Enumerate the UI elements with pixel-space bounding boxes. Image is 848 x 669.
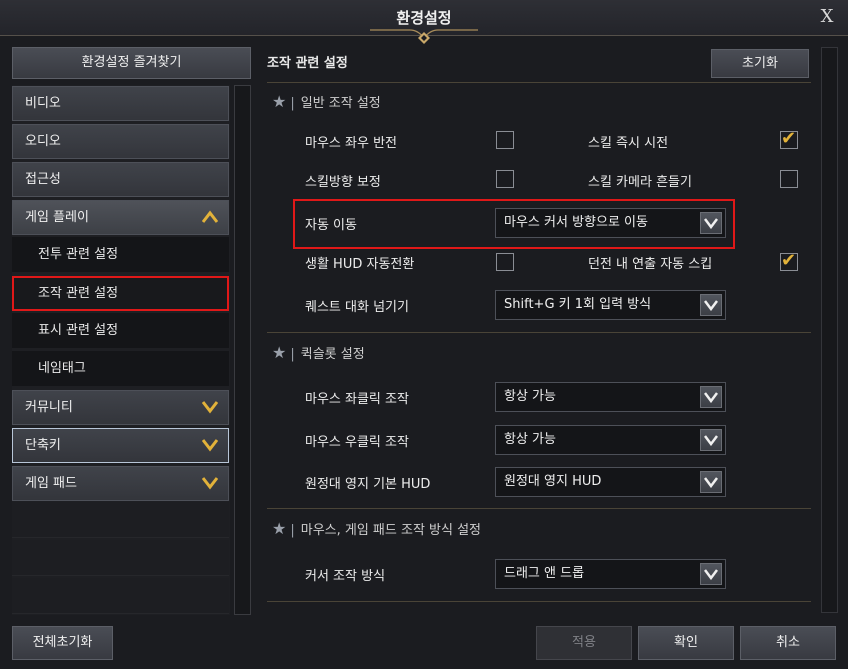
close-icon[interactable]: X xyxy=(816,6,838,28)
life-hud-checkbox[interactable] xyxy=(496,253,514,271)
separator: | xyxy=(290,96,295,111)
nav-scrollbar[interactable] xyxy=(234,85,251,615)
highlight-box xyxy=(293,199,735,249)
setting-label: 스킬 카메라 흔들기 xyxy=(588,175,692,190)
nav-subitem-label: 조작 관련 설정 xyxy=(38,286,119,301)
cancel-button[interactable]: 취소 xyxy=(740,626,836,660)
nav-item-label: 접근성 xyxy=(25,172,61,187)
chevron-down-icon[interactable] xyxy=(700,386,722,408)
divider xyxy=(267,508,811,509)
divider xyxy=(267,332,811,333)
setting-label: 던전 내 연출 자동 스킵 xyxy=(588,257,713,272)
dungeon-skip-checkbox[interactable] xyxy=(780,250,798,271)
divider xyxy=(267,82,811,83)
nav-item-gamepad[interactable]: 게임 패드 xyxy=(12,466,229,501)
nav-item-accessibility[interactable]: 접근성 xyxy=(12,162,229,197)
title-bar: 환경설정 X xyxy=(0,0,848,44)
reset-all-button[interactable]: 전체초기화 xyxy=(12,626,113,660)
nav-subitem-label: 표시 관련 설정 xyxy=(38,323,119,338)
select-value: 항상 가능 xyxy=(504,389,556,404)
group-header-general: ★ | 일반 조작 설정 xyxy=(272,92,381,111)
select-value: 원정대 영지 HUD xyxy=(504,474,602,489)
nav-subitem-label: 네임태그 xyxy=(38,361,86,376)
separator: | xyxy=(290,347,295,362)
nav-item-label: 커뮤니티 xyxy=(25,400,73,415)
nav-empty-row xyxy=(12,540,229,576)
nav-empty-row xyxy=(12,578,229,614)
chevron-down-icon xyxy=(202,477,218,490)
chevron-down-icon[interactable] xyxy=(700,429,722,451)
group-header-quickslot: ★ | 퀵슬롯 설정 xyxy=(272,343,365,362)
select-value: 항상 가능 xyxy=(504,432,556,447)
stronghold-hud-select[interactable]: 원정대 영지 HUD xyxy=(495,467,726,497)
favorites-button[interactable]: 환경설정 즐겨찾기 xyxy=(12,47,251,79)
setting-label: 스킬 즉시 시전 xyxy=(588,136,669,151)
setting-label: 마우스 우클릭 조작 xyxy=(305,435,409,450)
left-click-select[interactable]: 항상 가능 xyxy=(495,382,726,412)
setting-label: 퀘스트 대화 넘기기 xyxy=(305,300,409,315)
content-scrollbar[interactable] xyxy=(821,47,838,613)
chevron-down-icon[interactable] xyxy=(700,294,722,316)
setting-label: 커서 조작 방식 xyxy=(305,569,386,584)
camera-shake-checkbox[interactable] xyxy=(780,170,798,188)
nav-item-label: 게임 패드 xyxy=(25,476,77,491)
nav-item-audio[interactable]: 오디오 xyxy=(12,124,229,159)
nav-subitem-controls[interactable]: 조작 관련 설정 xyxy=(12,276,229,311)
setting-label: 원정대 영지 기본 HUD xyxy=(305,477,431,492)
quest-dialog-select[interactable]: Shift+G 키 1회 입력 방식 xyxy=(495,290,726,320)
nav-subitem-nametag[interactable]: 네임태그 xyxy=(12,351,229,386)
apply-button[interactable]: 적용 xyxy=(536,626,632,660)
skill-direction-checkbox[interactable] xyxy=(496,170,514,188)
right-click-select[interactable]: 항상 가능 xyxy=(495,425,726,455)
nav-item-community[interactable]: 커뮤니티 xyxy=(12,390,229,425)
mouse-invert-checkbox[interactable] xyxy=(496,131,514,149)
nav-subitem-combat[interactable]: 전투 관련 설정 xyxy=(12,237,229,272)
chevron-down-icon[interactable] xyxy=(700,563,722,585)
star-icon[interactable]: ★ xyxy=(272,519,286,538)
chevron-down-icon xyxy=(202,439,218,452)
cursor-method-select[interactable]: 드래그 앤 드롭 xyxy=(495,559,726,589)
ok-button[interactable]: 확인 xyxy=(638,626,734,660)
group-title: 마우스, 게임 패드 조작 방식 설정 xyxy=(300,523,482,538)
chevron-down-icon xyxy=(202,401,218,414)
nav-item-hotkeys[interactable]: 단축키 xyxy=(12,428,229,463)
select-value: 드래그 앤 드롭 xyxy=(504,566,585,581)
title-ornament-icon xyxy=(370,29,478,44)
divider xyxy=(267,601,811,602)
nav-item-label: 오디오 xyxy=(25,134,61,149)
star-icon[interactable]: ★ xyxy=(272,343,286,362)
window-title: 환경설정 xyxy=(396,9,452,27)
separator: | xyxy=(290,523,295,538)
section-title: 조작 관련 설정 xyxy=(267,56,348,71)
nav-item-label: 단축키 xyxy=(25,438,61,453)
star-icon[interactable]: ★ xyxy=(272,92,286,111)
setting-label: 스킬방향 보정 xyxy=(305,175,381,190)
group-title: 퀵슬롯 설정 xyxy=(300,347,365,362)
nav-item-label: 게임 플레이 xyxy=(25,210,89,225)
select-value: Shift+G 키 1회 입력 방식 xyxy=(504,297,652,312)
group-header-input-method: ★ | 마우스, 게임 패드 조작 방식 설정 xyxy=(272,519,481,538)
instant-cast-checkbox[interactable] xyxy=(780,128,798,149)
nav-item-label: 비디오 xyxy=(25,96,61,111)
nav-empty-row xyxy=(12,502,229,538)
setting-label: 생활 HUD 자동전환 xyxy=(305,257,415,272)
reset-button[interactable]: 초기화 xyxy=(711,49,809,78)
nav-subitem-display[interactable]: 표시 관련 설정 xyxy=(12,313,229,348)
chevron-up-icon xyxy=(202,210,218,223)
setting-label: 마우스 좌클릭 조작 xyxy=(305,392,409,407)
nav-item-video[interactable]: 비디오 xyxy=(12,86,229,121)
chevron-down-icon[interactable] xyxy=(700,471,722,493)
nav-item-gameplay[interactable]: 게임 플레이 xyxy=(12,200,229,235)
group-title: 일반 조작 설정 xyxy=(300,96,381,111)
nav-subitem-label: 전투 관련 설정 xyxy=(38,247,119,262)
setting-label: 마우스 좌우 반전 xyxy=(305,136,397,151)
